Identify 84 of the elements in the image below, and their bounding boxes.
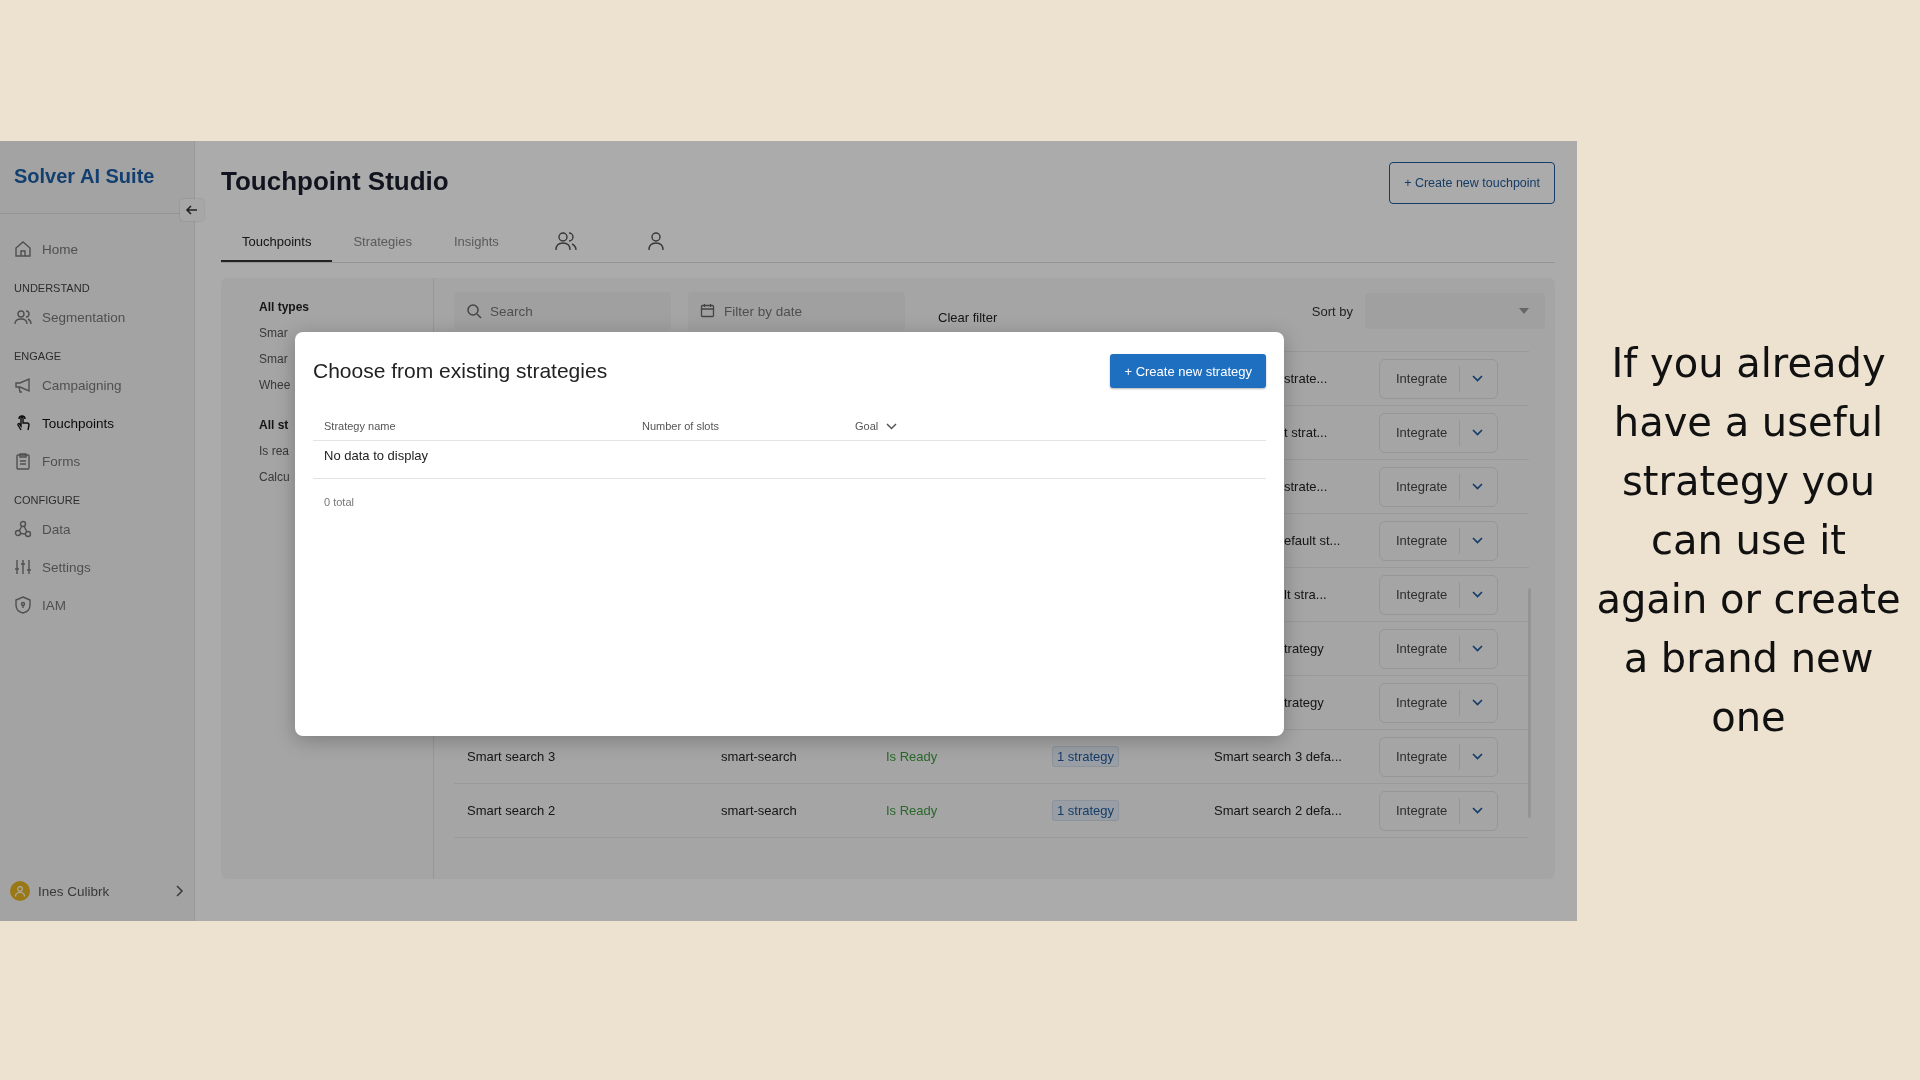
- create-touchpoint-button[interactable]: + Create new touchpoint: [1389, 162, 1555, 204]
- chevron-down-icon: [1472, 483, 1484, 490]
- table-cell-text: trategy: [1284, 641, 1325, 656]
- integrate-split-button[interactable]: Integrate: [1379, 736, 1499, 777]
- arrow-left-icon: [185, 203, 199, 217]
- chevron-down-icon: [1472, 699, 1484, 706]
- nav-item[interactable]: Home: [0, 230, 194, 268]
- nav-item[interactable]: Forms: [0, 442, 194, 480]
- tab[interactable]: Strategies: [332, 222, 433, 262]
- strategy-count-badge[interactable]: 1 strategy: [1052, 800, 1120, 821]
- column-header[interactable]: Number of slots: [642, 420, 855, 432]
- nav-item[interactable]: Data: [0, 510, 194, 548]
- chevron-down-icon: [1472, 429, 1484, 436]
- avatar-icon: [10, 881, 30, 901]
- person-icon: [646, 231, 665, 251]
- nav-heading: ENGAGE: [13, 350, 63, 362]
- megaphone-icon: [14, 376, 32, 394]
- nav-item[interactable]: Segmentation: [0, 298, 194, 336]
- clipboard-icon: [14, 452, 32, 470]
- chevron-down-icon: [1472, 375, 1484, 382]
- nodes-icon: [14, 520, 32, 538]
- strategy-count-badge[interactable]: 1 strategy: [1052, 746, 1120, 767]
- clear-filter-link[interactable]: Clear filter: [938, 309, 998, 325]
- table-cell-text: strate...: [1284, 479, 1329, 494]
- table-cell-text: Smart search 2 defa...: [1214, 803, 1343, 818]
- nav-heading: UNDERSTAND: [13, 282, 91, 294]
- caption-text: If you already have a useful strategy you can use it again or create a brand new one: [1595, 338, 1902, 742]
- home-icon: [14, 240, 32, 258]
- integrate-split-button[interactable]: Integrate: [1379, 628, 1499, 669]
- dialog-title: Choose from existing strategies: [313, 359, 608, 383]
- status-text: Is Ready: [886, 749, 939, 764]
- nav-item[interactable]: IAM: [0, 586, 194, 624]
- table-cell-text: efault st...: [1284, 533, 1342, 548]
- empty-message: No data to display: [313, 441, 1266, 479]
- table-cell-text: Smart search 3: [467, 749, 557, 764]
- people-icon: [554, 231, 577, 251]
- nav-item[interactable]: Campaigning: [0, 366, 194, 404]
- sliders-icon: [14, 558, 32, 576]
- integrate-split-button[interactable]: Integrate: [1379, 574, 1499, 615]
- chevron-down-icon: [1472, 645, 1484, 652]
- tab[interactable]: Touchpoints: [221, 222, 333, 262]
- integrate-split-button[interactable]: Integrate: [1379, 466, 1499, 507]
- sort-label: Sort by: [1311, 303, 1353, 319]
- chevron-down-icon: [1472, 537, 1484, 544]
- table-cell-text: trategy: [1284, 695, 1325, 710]
- table-cell-text: Smart search 3 defa...: [1214, 749, 1343, 764]
- chevron-down-icon: [1472, 753, 1484, 760]
- nav-heading: CONFIGURE: [13, 494, 81, 506]
- create-strategy-button[interactable]: + Create new strategy: [1110, 354, 1266, 388]
- total-count: 0 total: [323, 495, 355, 508]
- date-filter-field[interactable]: Filter by date: [688, 292, 905, 330]
- column-header[interactable]: Strategy name: [324, 420, 642, 432]
- integrate-split-button[interactable]: Integrate: [1379, 520, 1499, 561]
- chevron-down-icon: [886, 422, 898, 430]
- collapse-button[interactable]: [180, 199, 204, 221]
- chevron-right-icon: [176, 885, 184, 897]
- people-icon: [14, 308, 32, 326]
- table-cell-text: t strat...: [1284, 425, 1329, 440]
- table-cell-text: lt stra...: [1284, 587, 1328, 602]
- chevron-down-icon: [1472, 807, 1484, 814]
- table-cell-text: Smart search 2: [467, 803, 557, 818]
- nav-item[interactable]: Touchpoints: [0, 404, 194, 442]
- table-cell-text: strate...: [1284, 371, 1329, 386]
- filter-heading[interactable]: All types: [259, 300, 433, 326]
- integrate-split-button[interactable]: Integrate: [1379, 358, 1499, 399]
- integrate-split-button[interactable]: Integrate: [1379, 790, 1499, 831]
- hand-icon: [14, 414, 32, 432]
- chevron-down-icon: [1472, 591, 1484, 598]
- tab[interactable]: Insights: [432, 222, 520, 262]
- integrate-split-button[interactable]: Integrate: [1379, 682, 1499, 723]
- search-field[interactable]: Search: [454, 292, 671, 330]
- integrate-split-button[interactable]: Integrate: [1379, 412, 1499, 453]
- search-icon: [466, 303, 482, 319]
- dropdown-arrow-icon: [1519, 308, 1529, 314]
- column-header[interactable]: Goal: [855, 420, 898, 432]
- shield-icon: [14, 596, 32, 614]
- status-text: Is Ready: [886, 803, 939, 818]
- calendar-icon: [700, 303, 715, 318]
- table-cell-text: smart-search: [721, 803, 798, 818]
- table-cell-text: smart-search: [721, 749, 798, 764]
- brand-title: Solver AI Suite: [13, 164, 156, 189]
- user-menu[interactable]: Ines Culibrk: [0, 871, 194, 911]
- page-title: Touchpoint Studio: [221, 165, 449, 197]
- nav-item[interactable]: Settings: [0, 548, 194, 586]
